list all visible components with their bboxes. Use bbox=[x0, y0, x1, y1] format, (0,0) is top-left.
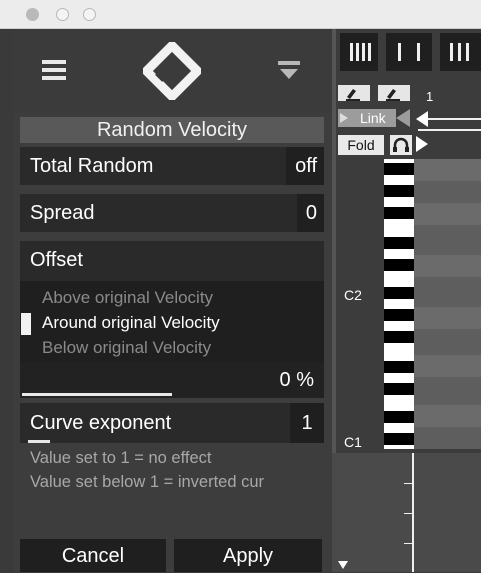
total-random-label: Total Random bbox=[30, 155, 154, 177]
curve-exponent-value[interactable]: 1 bbox=[290, 403, 324, 443]
offset-label: Offset bbox=[30, 249, 83, 271]
grid-4-button[interactable] bbox=[340, 33, 378, 71]
panel-header bbox=[14, 29, 332, 113]
pencil-alt-icon[interactable] bbox=[378, 85, 410, 101]
filter-icon[interactable] bbox=[276, 59, 302, 83]
help-line-1: Value set to 1 = no effect bbox=[30, 449, 212, 467]
help-text: Value set to 1 = no effect Value set bel… bbox=[20, 443, 324, 495]
note-label-c1: C1 bbox=[344, 434, 362, 450]
offset-section: Offset Above original Velocity Around or… bbox=[20, 241, 324, 398]
link-button[interactable]: Link bbox=[338, 109, 396, 127]
help-line-2: Value set below 1 = inverted cur bbox=[30, 473, 265, 491]
playhead-marker[interactable] bbox=[416, 136, 428, 152]
diamond-logo-icon bbox=[143, 42, 201, 100]
spread-value[interactable]: 0 bbox=[296, 194, 324, 232]
spread-row[interactable]: Spread 0 bbox=[20, 194, 324, 232]
curve-exponent-label: Curve exponent bbox=[30, 412, 172, 434]
link-label: Link bbox=[360, 110, 386, 126]
note-grid[interactable] bbox=[414, 159, 481, 449]
grid-2-button[interactable] bbox=[386, 33, 432, 71]
piano-roll-area: 1 Link Fold C2 C1 bbox=[332, 29, 481, 572]
offset-slider[interactable] bbox=[22, 393, 172, 396]
selection-marker bbox=[21, 313, 31, 335]
grid-3-button[interactable] bbox=[440, 33, 481, 71]
spread-label: Spread bbox=[30, 202, 95, 224]
loop-start-marker[interactable] bbox=[416, 111, 428, 127]
note-label-c2: C2 bbox=[344, 287, 362, 303]
total-random-row[interactable]: Total Random off bbox=[20, 147, 324, 185]
play-icon bbox=[340, 113, 348, 123]
fold-button[interactable]: Fold bbox=[338, 135, 384, 155]
velocity-lane[interactable] bbox=[332, 453, 481, 572]
headphones-icon[interactable] bbox=[390, 135, 412, 155]
offset-option-below[interactable]: Below original Velocity bbox=[42, 338, 211, 358]
loop-left-arrow[interactable] bbox=[396, 109, 410, 127]
menu-icon[interactable] bbox=[42, 60, 66, 80]
pencil-icon[interactable] bbox=[338, 85, 370, 101]
offset-option-around[interactable]: Around original Velocity bbox=[42, 313, 220, 333]
offset-option-above[interactable]: Above original Velocity bbox=[42, 288, 213, 308]
loop-range-line bbox=[428, 118, 481, 120]
offset-value-field[interactable]: 0 % bbox=[20, 362, 324, 398]
minimize-window-button[interactable] bbox=[56, 8, 69, 21]
curve-exponent-row[interactable]: Curve exponent 1 bbox=[20, 403, 324, 443]
scroll-down-icon[interactable] bbox=[338, 561, 348, 569]
total-random-value[interactable]: off bbox=[286, 147, 324, 185]
window-titlebar bbox=[0, 0, 481, 29]
offset-value: 0 % bbox=[279, 369, 314, 391]
offset-options: Above original Velocity Around original … bbox=[20, 281, 324, 362]
dialog-title: Random Velocity bbox=[20, 117, 324, 143]
velocity-axis bbox=[412, 453, 414, 572]
apply-button[interactable]: Apply bbox=[174, 539, 322, 572]
cancel-button[interactable]: Cancel bbox=[20, 539, 166, 572]
zoom-window-button[interactable] bbox=[83, 8, 96, 21]
bar-number: 1 bbox=[426, 89, 434, 104]
loop-range-line-2 bbox=[418, 129, 481, 131]
fold-control[interactable]: Fold bbox=[338, 135, 412, 155]
piano-keyboard[interactable] bbox=[384, 159, 414, 449]
close-window-button[interactable] bbox=[26, 8, 39, 21]
random-velocity-panel: Random Velocity Total Random off Spread … bbox=[14, 29, 332, 572]
